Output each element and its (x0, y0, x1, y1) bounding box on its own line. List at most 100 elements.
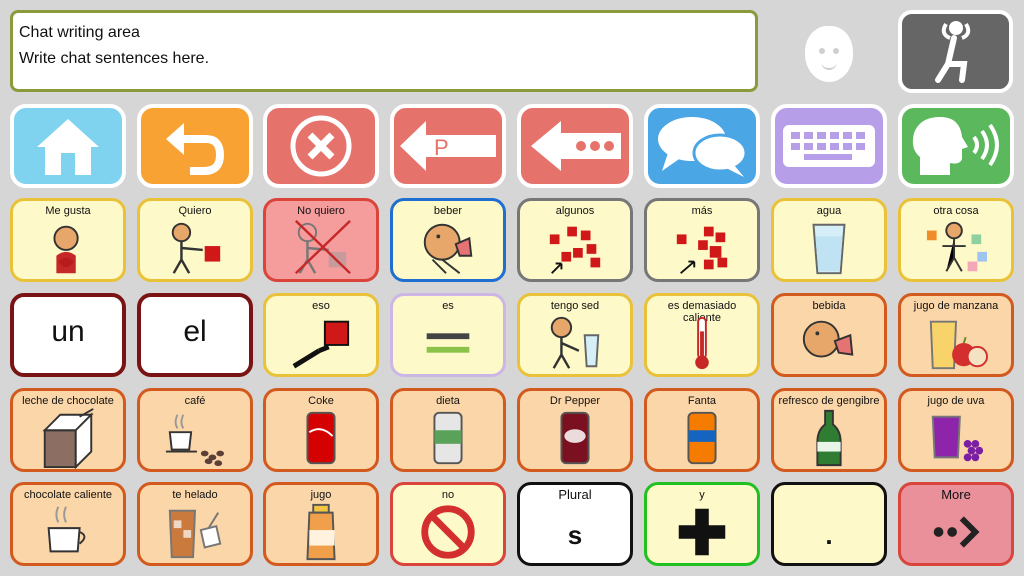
grape-juice-icon (901, 411, 1011, 465)
symbol-label: leche de chocolate (22, 395, 114, 407)
equals-icon (393, 316, 503, 370)
symbol-button-agua[interactable]: agua (771, 198, 887, 282)
symbol-button-beber[interactable]: beber (390, 198, 506, 282)
symbol-label: el (183, 315, 207, 348)
keyboard-button[interactable] (771, 104, 887, 188)
symbol-button-eso[interactable]: eso (263, 293, 379, 377)
chocolate-milk-icon (13, 408, 123, 469)
symbol-label: beber (433, 205, 463, 217)
symbol-button-y[interactable]: y (644, 482, 760, 566)
symbol-button-más[interactable]: más (644, 198, 760, 282)
relax-button[interactable] (898, 10, 1013, 93)
symbol-label: no (441, 489, 455, 501)
symbol-label: y (699, 489, 705, 501)
plus-icon (647, 505, 757, 559)
symbol-button-me-gusta[interactable]: Me gusta (10, 198, 126, 282)
symbol-label: Plural (558, 487, 592, 502)
symbol-button-coke[interactable]: Coke (263, 388, 379, 472)
clear-button[interactable] (263, 104, 379, 188)
symbol-button-refresco-de-gengibre[interactable]: refresco de gengibre (771, 388, 887, 472)
symbol-button-leche-de-chocolate[interactable]: leche de chocolate (10, 388, 126, 472)
that-pointing-icon (266, 316, 376, 370)
symbol-button-algunos[interactable]: algunos (517, 198, 633, 282)
keyboard-icon (783, 125, 875, 167)
symbol-button-un[interactable]: un (10, 293, 126, 377)
symbol-button-bebida[interactable]: bebida (771, 293, 887, 377)
symbol-label: jugo de manzana (913, 300, 999, 312)
symbol-label: tengo sed (550, 300, 600, 312)
water-glass-icon (774, 221, 884, 275)
home-icon (37, 119, 99, 175)
symbol-button-quiero[interactable]: Quiero (137, 198, 253, 282)
home-button[interactable] (10, 104, 126, 188)
symbol-button-more[interactable]: More (898, 482, 1014, 566)
want-person-icon (140, 221, 250, 275)
symbol-button-fanta[interactable]: Fanta (644, 388, 760, 472)
speak-button[interactable] (898, 104, 1014, 188)
symbol-label: café (184, 395, 206, 407)
fanta-can-icon (647, 411, 757, 465)
symbol-button-no-quiero[interactable]: No quiero (263, 198, 379, 282)
chat-button[interactable] (644, 104, 760, 188)
symbol-button-otra-cosa[interactable]: otra cosa (898, 198, 1014, 282)
more-squares-icon (647, 221, 757, 275)
symbol-button-tengo-sed[interactable]: tengo sed (517, 293, 633, 377)
symbol-button-te-helado[interactable]: te helado (137, 482, 253, 566)
symbol-label: es (442, 300, 454, 312)
chat-title: Chat writing area (19, 24, 140, 41)
drink-icon (774, 316, 884, 370)
symbol-label: te helado (172, 489, 218, 501)
no-symbol-icon (393, 505, 503, 559)
period-icon: . (774, 505, 884, 559)
symbol-label: algunos (555, 205, 595, 217)
symbol-button-el[interactable]: el (137, 293, 253, 377)
symbol-label: jugo (310, 489, 332, 501)
apple-juice-icon (901, 316, 1011, 370)
undo-arrow-icon (166, 123, 225, 175)
back-button[interactable] (137, 104, 253, 188)
symbol-button-period[interactable]: . (771, 482, 887, 566)
symbol-button-chocolate-caliente[interactable]: chocolate caliente (10, 482, 126, 566)
chat-writing-area[interactable]: Chat writing area Write chat sentences h… (10, 10, 758, 92)
backspace-button[interactable] (517, 104, 633, 188)
coffee-icon (140, 411, 250, 467)
juice-bottle-icon (266, 503, 376, 561)
delete-word-arrow-icon: P (400, 121, 496, 171)
delete-word-button[interactable]: P (390, 104, 506, 188)
ginger-ale-bottle-icon (774, 409, 884, 467)
symbol-label: bebida (812, 300, 846, 312)
symbol-button-es-demasiado-caliente[interactable]: es demasiado caliente (644, 293, 760, 377)
relax-person-icon (935, 21, 971, 83)
symbol-label: otra cosa (933, 205, 979, 217)
thirsty-person-icon (520, 316, 630, 370)
symbol-label: No quiero (297, 205, 345, 217)
symbol-label: eso (312, 300, 330, 312)
iced-tea-icon (140, 505, 250, 559)
symbol-label: chocolate caliente (23, 489, 113, 501)
speech-bubbles-icon (658, 117, 748, 177)
heart-person-icon (13, 221, 123, 275)
symbol-button-jugo[interactable]: jugo (263, 482, 379, 566)
plural-s-icon: s (520, 505, 630, 559)
symbol-button-dr-pepper[interactable]: Dr Pepper (517, 388, 633, 472)
symbol-button-es[interactable]: es (390, 293, 506, 377)
no-want-icon (266, 220, 376, 275)
close-circle-icon (290, 115, 352, 177)
symbol-label: más (691, 205, 713, 217)
symbol-label: jugo de uva (927, 395, 985, 407)
more-arrow-icon (901, 505, 1011, 559)
symbol-label: Fanta (687, 395, 717, 407)
symbol-button-plural[interactable]: Plural s (517, 482, 633, 566)
symbol-button-café[interactable]: café (137, 388, 253, 472)
symbol-label: refresco de gengibre (778, 395, 880, 407)
symbol-label: agua (816, 205, 842, 217)
face-icon (805, 26, 853, 82)
symbol-label: More (941, 487, 971, 502)
symbol-glyph: s (567, 519, 583, 550)
symbol-button-dieta[interactable]: dieta (390, 388, 506, 472)
svg-text:P: P (434, 135, 449, 160)
symbol-button-jugo-de-manzana[interactable]: jugo de manzana (898, 293, 1014, 377)
symbol-button-jugo-de-uva[interactable]: jugo de uva (898, 388, 1014, 472)
symbol-button-no[interactable]: no (390, 482, 506, 566)
symbol-label: Me gusta (45, 205, 91, 217)
